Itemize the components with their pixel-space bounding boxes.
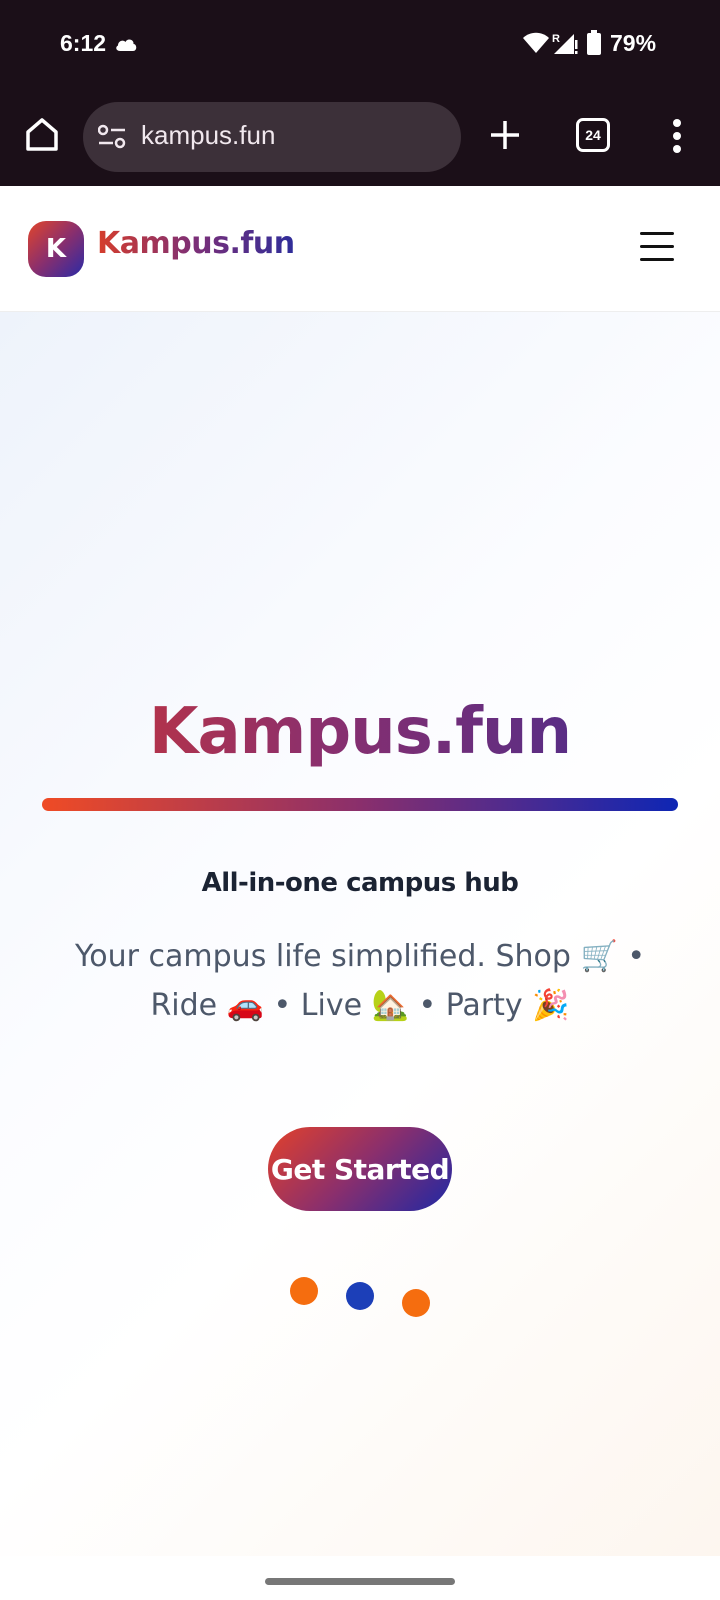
loading-dot <box>402 1289 430 1317</box>
hero-divider <box>42 798 678 811</box>
browser-chrome: 6:12 R 79% kampus.fun 24 <box>0 0 720 186</box>
wifi-icon <box>523 32 549 53</box>
hero-section: Kampus.fun All-in-one campus hub Your ca… <box>0 312 720 1556</box>
plus-icon[interactable] <box>488 118 522 152</box>
site-header: K Kampus.fun <box>0 186 720 312</box>
hero-description: Your campus life simplified. Shop 🛒 • Ri… <box>74 939 646 1023</box>
battery-icon <box>587 30 601 55</box>
home-icon[interactable] <box>24 116 60 152</box>
status-time: 6:12 <box>60 30 107 56</box>
brand-name[interactable]: Kampus.fun <box>97 226 295 261</box>
signal-icon: R <box>552 33 578 54</box>
tune-icon[interactable] <box>98 124 126 150</box>
battery-percent: 79% <box>610 30 657 56</box>
hero-title: Kampus.fun <box>0 695 720 769</box>
loading-dot <box>346 1282 374 1310</box>
get-started-button[interactable]: Get Started <box>268 1127 452 1211</box>
url-text[interactable]: kampus.fun <box>141 120 275 151</box>
cloud-icon <box>116 39 137 51</box>
more-vert-icon[interactable] <box>672 118 682 154</box>
hero-tagline: All-in-one campus hub <box>201 868 519 898</box>
gesture-nav-handle[interactable] <box>265 1578 455 1585</box>
logo-badge[interactable]: K <box>28 221 84 277</box>
url-bar[interactable]: kampus.fun <box>83 102 461 172</box>
svg-text:R: R <box>552 33 560 45</box>
hamburger-icon[interactable] <box>640 232 674 262</box>
tabs-icon[interactable]: 24 <box>576 118 610 152</box>
loading-dot <box>290 1277 318 1305</box>
